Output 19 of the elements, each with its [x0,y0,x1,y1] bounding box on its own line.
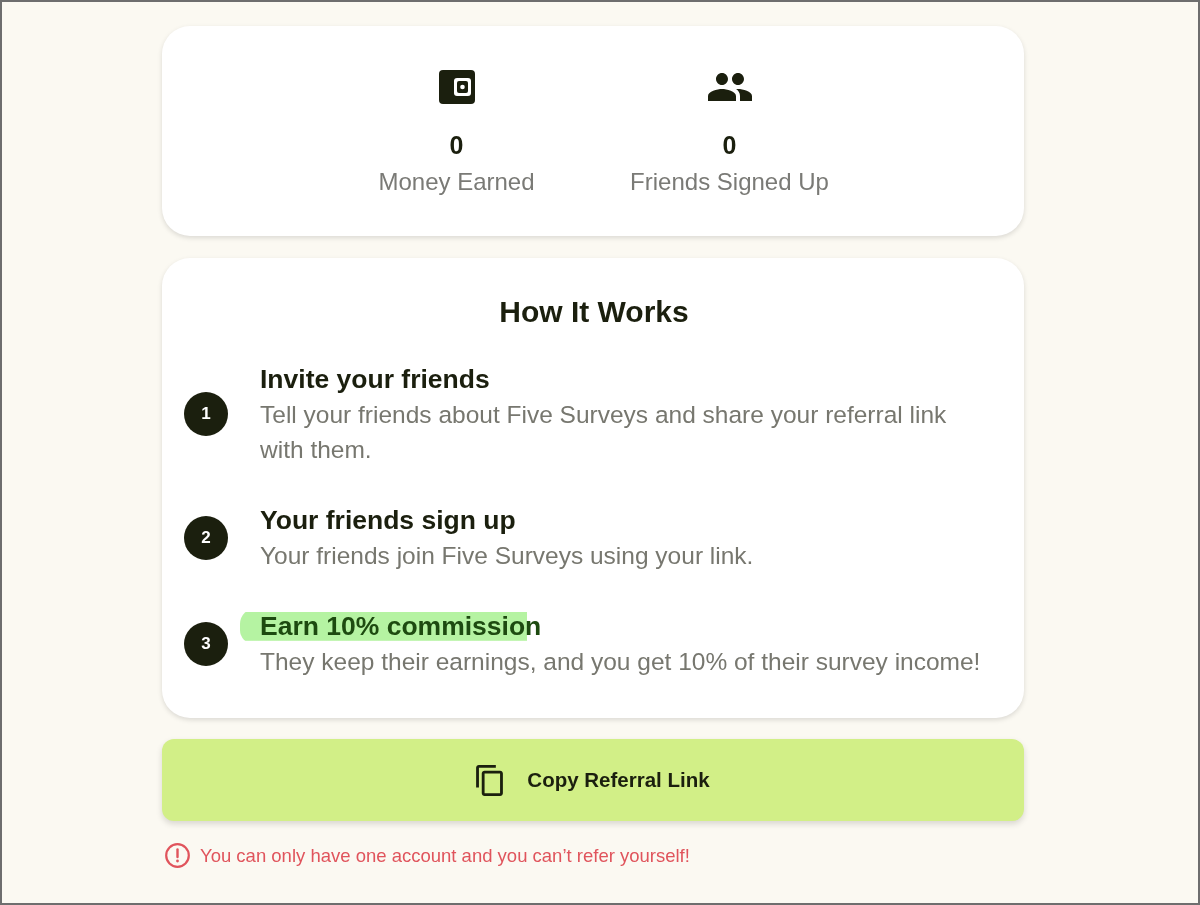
step-description: They keep their earnings, and you get 10% of their survey income! [260,647,981,677]
stat-label: Friends Signed Up [630,167,829,197]
wallet-icon [438,70,475,104]
step-number: 2 [184,515,228,560]
step-number: 3 [184,621,228,666]
step-number: 1 [184,392,228,436]
warning-icon [165,843,190,868]
step-description: Your friends join Five Surveys using your link. [260,541,754,571]
stat-value: 0 [722,130,737,160]
warning-message: You can only have one account and you can’t refer yourself! [200,843,690,868]
step-description: Tell your friends about Five Surveys and share your referral link with them. [260,400,948,465]
step-title: Invite your friends [260,363,490,396]
section-title: How It Works [498,294,690,330]
stat-value: 0 [449,130,464,160]
people-icon [707,72,752,102]
stat-label: Money Earned [378,167,535,197]
copy-link-button[interactable]: Copy Referral Link [162,739,1024,821]
copy-icon [476,764,504,796]
step-title: Your friends sign up [260,504,516,537]
